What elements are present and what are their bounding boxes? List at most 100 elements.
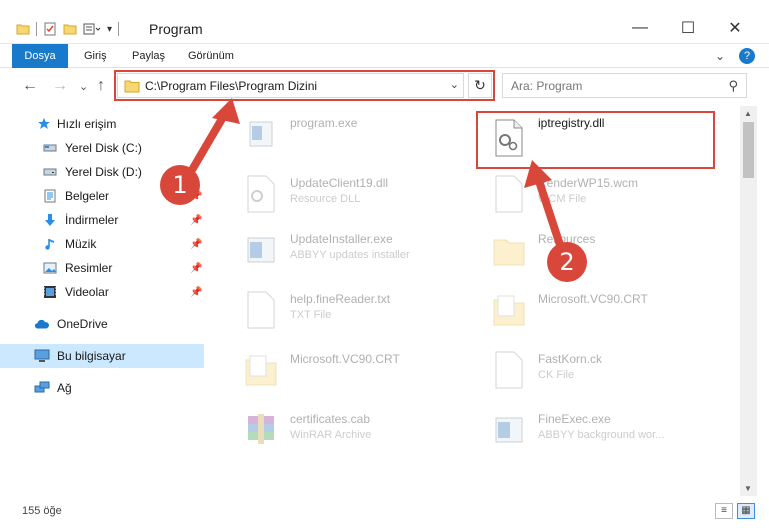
file-type: CK File: [538, 369, 575, 381]
pin-icon[interactable]: 📌: [190, 263, 202, 274]
file-item-help-txt[interactable]: help.fineReader.txt TXT File: [222, 282, 467, 338]
file-item-updateclient19-dll[interactable]: UpdateClient19.dll Resource DLL: [222, 166, 467, 222]
documents-icon: [42, 188, 58, 204]
pictures-icon: [42, 260, 58, 276]
videos-icon: [42, 284, 58, 300]
search-input[interactable]: Ara: Program ⚲: [502, 73, 747, 98]
computer-icon: [34, 348, 50, 364]
tab-share[interactable]: Paylaş: [122, 44, 175, 68]
up-button[interactable]: ↑: [97, 77, 105, 95]
details-view-icon[interactable]: ≡: [715, 503, 733, 519]
help-icon[interactable]: ?: [739, 48, 755, 64]
sidebar-item-label: Resimler: [65, 261, 113, 275]
callout-1: 1: [160, 165, 200, 205]
sidebar-item-label: Bu bilgisayar: [57, 349, 126, 363]
file-item-resources[interactable]: Resources: [470, 222, 715, 278]
file-type: WCM File: [538, 193, 587, 205]
file-item-fineexec-exe[interactable]: FineExec.exe ABBYY background wor...: [470, 402, 715, 458]
sidebar-item-disk-c[interactable]: Yerel Disk (C:): [0, 136, 204, 160]
properties-icon[interactable]: [43, 22, 57, 36]
back-button[interactable]: ←: [22, 77, 38, 95]
sidebar-item-network[interactable]: Ağ: [0, 376, 204, 400]
drive-icon: [42, 140, 58, 156]
sidebar-item-onedrive[interactable]: OneDrive: [0, 312, 204, 336]
tab-home[interactable]: Giriş: [74, 44, 117, 68]
sidebar-item-label: Müzik: [65, 237, 97, 251]
status-bar: 155 öğe ≡ ▦: [0, 496, 769, 532]
sidebar-item-label: Hızlı erişim: [57, 117, 117, 131]
address-highlight-box: [114, 70, 495, 101]
new-folder-icon[interactable]: [63, 22, 77, 36]
file-name: program.exe: [290, 116, 358, 130]
file-item-program-exe[interactable]: program.exe: [222, 106, 467, 162]
sidebar-item-label: Videolar: [65, 285, 109, 299]
recent-locations-button[interactable]: ⌄: [79, 80, 88, 93]
star-icon: [36, 116, 52, 132]
ribbon-collapse-icon[interactable]: ⌄: [715, 49, 725, 63]
separator: [36, 22, 37, 36]
close-button[interactable]: ✕: [712, 14, 758, 42]
file-name: FastKorn.ck: [538, 352, 603, 366]
sidebar-item-label: OneDrive: [57, 317, 108, 331]
file-name: help.fineReader.txt: [290, 292, 391, 306]
text-file-icon: [247, 291, 275, 329]
file-type: WinRAR Archive: [290, 429, 372, 441]
callout-2: 2: [547, 242, 587, 282]
music-icon: [42, 236, 58, 252]
maximize-button[interactable]: ☐: [665, 14, 711, 42]
ribbon-tabs: Dosya Giriş Paylaş Görünüm ⌄ ?: [0, 44, 769, 100]
file-item-renderwp15-wcm[interactable]: RenderWP15.wcm WCM File: [470, 166, 715, 222]
sidebar-item-videos[interactable]: Videolar 📌: [0, 280, 204, 304]
sidebar-item-this-pc[interactable]: Bu bilgisayar: [0, 344, 204, 368]
folder-icon: [245, 355, 277, 386]
application-icon: [249, 121, 273, 147]
drive-icon: [42, 164, 58, 180]
sidebar-item-label: Yerel Disk (D:): [65, 165, 142, 179]
sidebar-item-quick-access[interactable]: Hızlı erişim: [0, 112, 204, 136]
sidebar-item-label: Ağ: [57, 381, 72, 395]
file-item-certificates-cab[interactable]: certificates.cab WinRAR Archive: [222, 402, 467, 458]
window-title: Program: [149, 21, 203, 37]
minimize-button[interactable]: —: [617, 14, 663, 42]
view-toggle: ≡ ▦: [715, 503, 755, 519]
file-name: UpdateInstaller.exe: [290, 232, 393, 246]
file-item-updateinstaller-exe[interactable]: UpdateInstaller.exe ABBYY updates instal…: [222, 222, 467, 278]
sidebar-item-label: Yerel Disk (C:): [65, 141, 142, 155]
file-type: ABBYY updates installer: [290, 249, 410, 261]
forward-button[interactable]: →: [52, 77, 68, 95]
view-icon[interactable]: [83, 22, 101, 36]
file-type: TXT File: [290, 309, 332, 321]
scroll-up-icon[interactable]: ▲: [744, 109, 752, 118]
archive-icon: [248, 414, 274, 444]
item-count: 155 öğe: [22, 505, 62, 517]
sidebar-item-music[interactable]: Müzik 📌: [0, 232, 204, 256]
file-item-vc90-crt-2[interactable]: Microsoft.VC90.CRT: [222, 342, 467, 398]
folder-icon[interactable]: [16, 22, 30, 36]
tab-view[interactable]: Görünüm: [178, 44, 244, 68]
pin-icon[interactable]: 📌: [190, 215, 202, 226]
folder-icon: [493, 239, 525, 266]
pin-icon[interactable]: 📌: [190, 287, 202, 298]
search-placeholder: Ara: Program: [511, 78, 583, 93]
file-name: certificates.cab: [290, 412, 371, 426]
file-name: UpdateClient19.dll: [290, 176, 389, 190]
scroll-down-icon[interactable]: ▼: [744, 484, 752, 493]
sidebar-item-downloads[interactable]: İndirmeler 📌: [0, 208, 204, 232]
application-icon: [247, 237, 275, 263]
title-bar: ▾ Program — ☐ ✕: [0, 0, 769, 44]
cloud-icon: [34, 316, 50, 332]
sidebar-item-pictures[interactable]: Resimler 📌: [0, 256, 204, 280]
file-item-vc90-crt-1[interactable]: Microsoft.VC90.CRT: [470, 282, 715, 338]
network-icon: [34, 380, 50, 396]
tiles-view-icon[interactable]: ▦: [737, 503, 755, 519]
file-icon: [495, 351, 523, 389]
file-type: Resource DLL: [290, 193, 361, 205]
vertical-scrollbar[interactable]: ▲ ▼: [740, 106, 757, 496]
file-name: Microsoft.VC90.CRT: [290, 352, 400, 366]
file-highlight-box: [476, 111, 715, 169]
sidebar-item-label: İndirmeler: [65, 213, 119, 227]
customize-toolbar-icon[interactable]: ▾: [107, 24, 112, 35]
file-item-fastkorn-ck[interactable]: FastKorn.ck CK File: [470, 342, 715, 398]
pin-icon[interactable]: 📌: [190, 239, 202, 250]
scroll-thumb[interactable]: [743, 122, 754, 178]
